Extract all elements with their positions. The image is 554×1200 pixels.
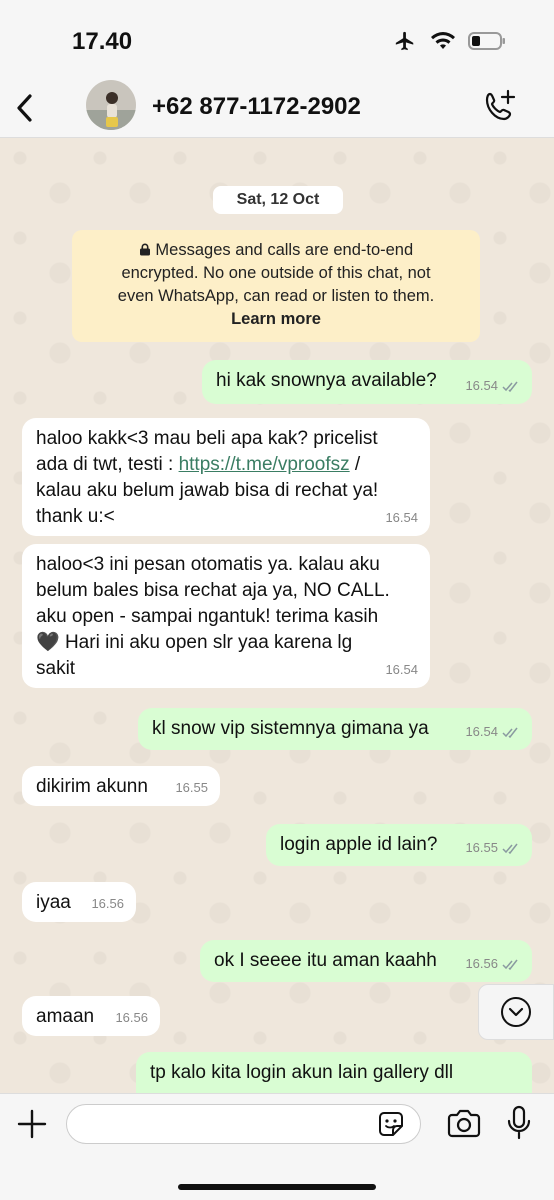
message-incoming[interactable]: iyaa 16.56 [22,882,136,922]
chevron-left-icon [17,94,32,122]
encryption-notice[interactable]: Messages and calls are end-to-end encryp… [72,230,480,342]
message-text: login apple id lain? [280,834,438,855]
message-time: 16.54 [385,662,418,677]
message-text: dikirim akunn [36,776,148,797]
avatar-image [86,80,136,130]
chat-header: +62 877-1172-2902 [0,80,554,138]
message-incoming[interactable]: amaan 16.56 [22,996,160,1036]
microphone-icon [507,1105,531,1140]
message-line: haloo kakk<3 mau beli apa kak? pricelist [36,428,378,449]
wifi-icon [431,32,455,49]
message-outgoing[interactable]: tp kalo kita login akun lain gallery dll [136,1052,532,1093]
status-icons [392,30,506,52]
contact-avatar[interactable] [86,80,136,130]
message-text: ok I seeee itu aman kaahh [214,950,437,971]
message-outgoing[interactable]: ok I seeee itu aman kaahh 16.56 [200,940,532,982]
scroll-down-button[interactable] [478,984,554,1040]
message-input[interactable] [66,1104,421,1144]
encryption-line-2: encrypted. No one outside of this chat, … [121,264,431,282]
back-button[interactable] [10,90,40,126]
lock-icon [139,243,150,256]
message-outgoing[interactable]: login apple id lain? 16.55 [266,824,532,866]
camera-icon [447,1109,481,1138]
phone-plus-icon [485,89,516,121]
message-text: hi kak snownya available? [216,370,437,391]
encryption-line-3: even WhatsApp, can read or listen to the… [117,287,435,305]
message-text: tp kalo kita login akun lain gallery dll [150,1062,454,1083]
message-time: 16.56 [115,1010,148,1025]
contact-name[interactable]: +62 877-1172-2902 [152,93,361,121]
double-check-icon [502,381,518,392]
message-line: sakit [36,658,76,679]
double-check-icon [502,959,518,970]
message-incoming[interactable]: haloo kakk<3 mau beli apa kak? pricelist… [22,418,430,536]
message-time: 16.54 [385,510,418,525]
message-line: 🖤 Hari ini aku open slr yaa karena lg [36,632,353,653]
chat-area[interactable]: Sat, 12 Oct Messages and calls are end-t… [0,138,554,1093]
add-call-button[interactable] [482,88,518,124]
home-indicator [178,1184,376,1190]
message-text: amaan [36,1006,95,1027]
black-heart-emoji: 🖤 [36,632,60,653]
airplane-icon [395,31,414,51]
battery-icon [468,32,505,50]
message-time: 16.54 [465,378,498,393]
message-line: aku open - sampai ngantuk! terima kasih [36,606,379,627]
message-time: 16.56 [91,896,124,911]
learn-more-link[interactable]: Learn more [231,310,321,328]
message-line: thank u:< [36,506,115,527]
message-line: haloo<3 ini pesan otomatis ya. kalau aku [36,554,380,575]
camera-button[interactable] [446,1108,482,1140]
message-outgoing[interactable]: kl snow vip sistemnya gimana ya 16.54 [138,708,532,750]
microphone-button[interactable] [506,1104,532,1142]
message-time: 16.55 [465,840,498,855]
sticker-button[interactable] [376,1109,406,1139]
message-line: ada di twt, testi : https://t.me/vproofs… [36,454,361,475]
message-text: kl snow vip sistemnya gimana ya [152,718,429,739]
message-incoming[interactable]: dikirim akunn 16.55 [22,766,220,806]
double-check-icon [502,727,518,738]
message-time: 16.55 [175,780,208,795]
status-time: 17.40 [72,28,133,55]
message-time: 16.54 [465,724,498,739]
message-text: iyaa [36,892,71,913]
plus-icon [17,1109,47,1139]
encryption-line-1: Messages and calls are end-to-end [78,239,474,262]
composer-bar [0,1093,554,1200]
message-line: kalau aku belum jawab bisa di rechat ya! [36,480,379,501]
double-check-icon [502,843,518,854]
message-line: belum bales bisa rechat aja ya, NO CALL. [36,580,390,601]
status-bar: 17.40 [0,0,554,80]
date-chip: Sat, 12 Oct [213,186,343,214]
sticker-icon [379,1112,403,1136]
message-time: 16.56 [465,956,498,971]
attach-button[interactable] [16,1108,48,1140]
message-outgoing[interactable]: hi kak snownya available? 16.54 [202,360,532,404]
message-incoming[interactable]: haloo<3 ini pesan otomatis ya. kalau aku… [22,544,430,688]
telegram-link[interactable]: https://t.me/vproofsz [179,454,350,475]
chevron-down-circle-icon [501,997,531,1027]
